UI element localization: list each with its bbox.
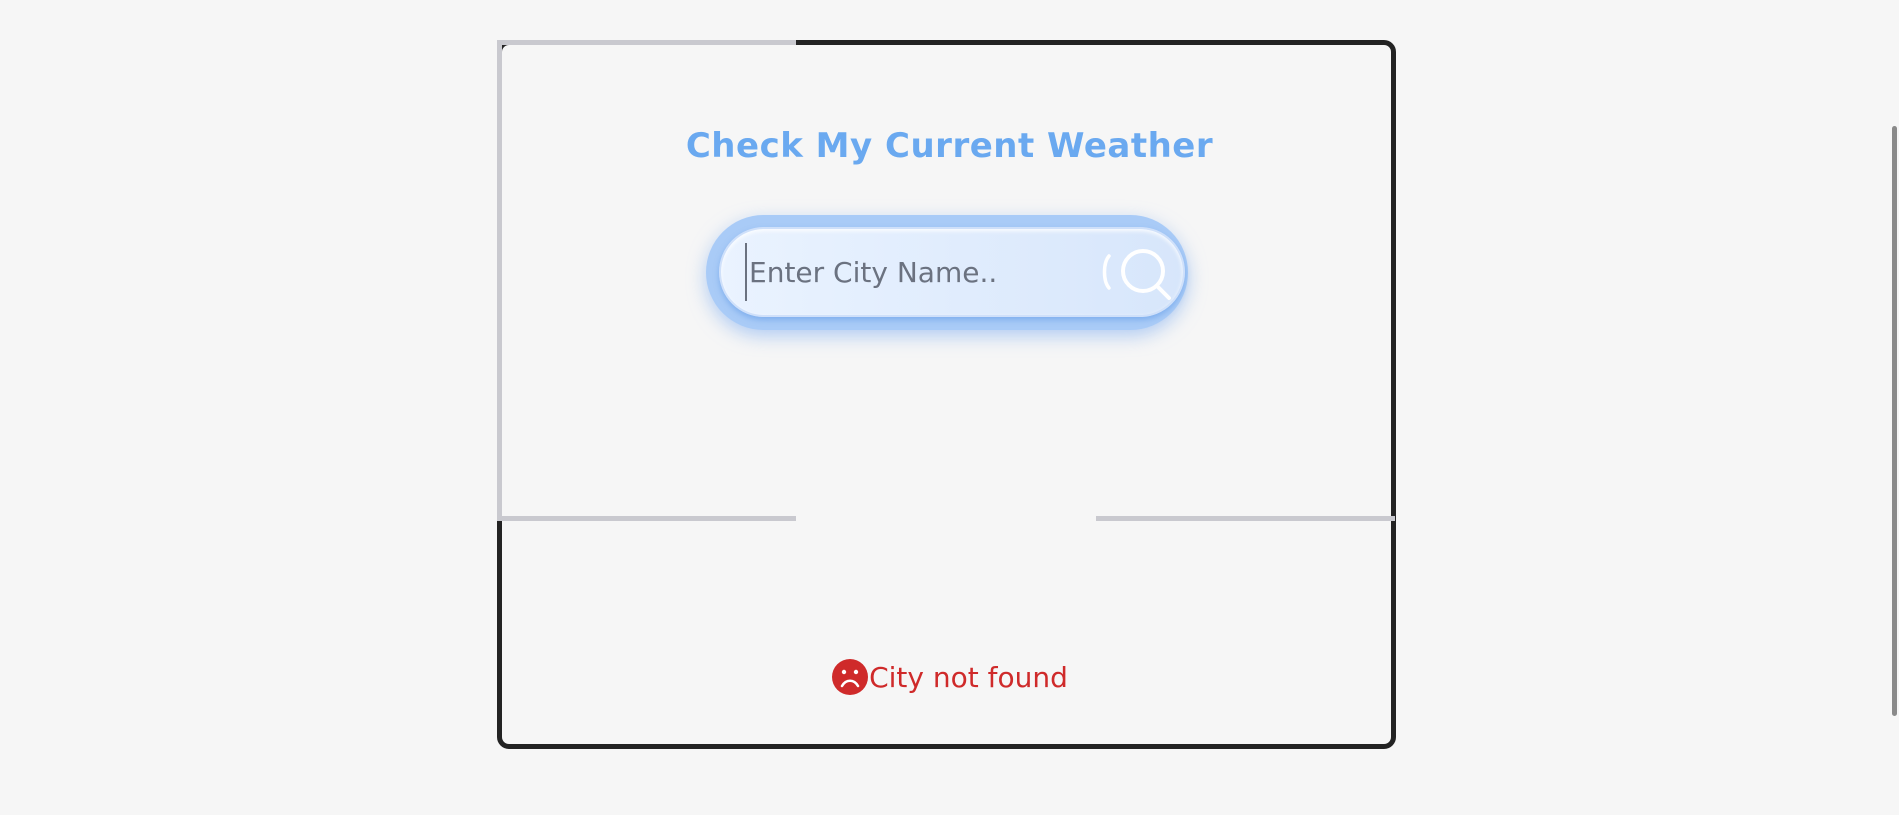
scrollbar[interactable] bbox=[1888, 0, 1899, 815]
decorative-line-middle-right bbox=[1096, 516, 1395, 521]
decorative-vertical-line bbox=[497, 40, 502, 521]
error-message: City not found bbox=[0, 658, 1899, 696]
error-text: City not found bbox=[869, 660, 1068, 694]
page-title: Check My Current Weather bbox=[685, 125, 1214, 166]
weather-page: Check My Current Weather City not found bbox=[0, 0, 1899, 815]
scrollbar-thumb[interactable] bbox=[1892, 126, 1897, 716]
city-search-input[interactable] bbox=[745, 243, 1079, 301]
sad-face-icon bbox=[832, 659, 869, 695]
decorative-line-middle-left bbox=[497, 516, 796, 521]
search-icon bbox=[1102, 249, 1171, 300]
decorative-line-top-left bbox=[497, 40, 796, 45]
search-bar bbox=[719, 227, 1185, 317]
search-button[interactable] bbox=[1085, 243, 1175, 301]
